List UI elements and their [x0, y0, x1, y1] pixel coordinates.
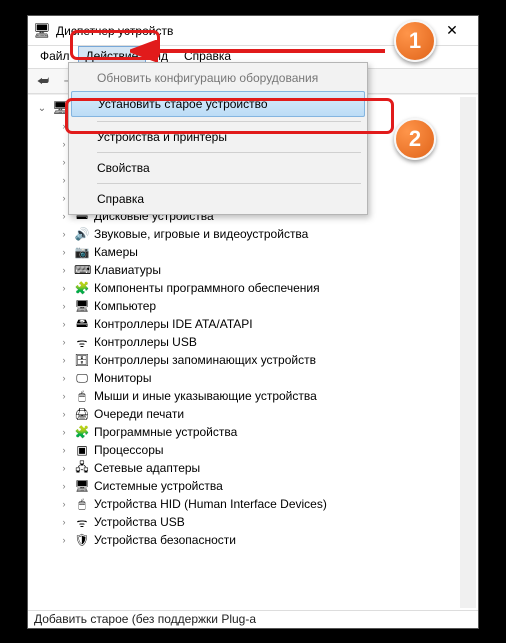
tree-node[interactable]: › ▣ Процессоры — [58, 441, 470, 459]
tree-node[interactable]: › 🔊 Звуковые, игровые и видеоустройства — [58, 225, 470, 243]
dd-refresh[interactable]: Обновить конфигурацию оборудования — [71, 66, 365, 90]
expand-icon[interactable]: › — [58, 355, 70, 365]
tree-node-label: Контроллеры запоминающих устройств — [94, 353, 316, 367]
app-icon: 🖥 — [34, 23, 50, 39]
camera-icon: 📷 — [74, 245, 90, 259]
tree-node[interactable]: › 🧩 Программные устройства — [58, 423, 470, 441]
tree-node[interactable]: › ᯤ Контроллеры USB — [58, 333, 470, 351]
expand-icon[interactable]: › — [58, 481, 70, 491]
dd-separator — [97, 152, 361, 153]
callout-1: 1 — [394, 20, 436, 62]
tree-node[interactable]: › 🖱 Устройства HID (Human Interface Device… — [58, 495, 470, 513]
usb2-icon: ᯤ — [74, 514, 90, 531]
tree-node[interactable]: › 🖴 Контроллеры IDE ATA/ATAPI — [58, 315, 470, 333]
tree-node[interactable]: › 🖥 Системные устройства — [58, 477, 470, 495]
kb-icon: ⌨ — [74, 263, 90, 277]
annotation-arrow — [130, 40, 390, 62]
tree-node-label: Устройства USB — [94, 515, 185, 529]
sys-icon: 🖥 — [74, 479, 90, 493]
expand-icon[interactable]: › — [58, 283, 70, 293]
cpu-icon: ▣ — [74, 443, 90, 457]
nav-back-button[interactable]: ⮨ — [32, 71, 54, 91]
mem-icon: 🗄 — [74, 353, 90, 367]
expand-icon[interactable]: › — [58, 517, 70, 527]
tree-node-label: Процессоры — [94, 443, 164, 457]
sec-icon: 🛡 — [74, 533, 90, 547]
expand-icon[interactable]: › — [58, 229, 70, 239]
tree-node-label: Компоненты программного обеспечения — [94, 281, 320, 295]
expand-icon[interactable]: › — [58, 499, 70, 509]
tree-node-label: Компьютер — [94, 299, 156, 313]
usb-icon: ᯤ — [74, 334, 90, 351]
ide2-icon: 🖴 — [74, 314, 90, 335]
tree-node[interactable]: › 🛡 Устройства безопасности — [58, 531, 470, 549]
tree-node-label: Камеры — [94, 245, 138, 259]
dd-separator — [97, 121, 361, 122]
dd-help[interactable]: Справка — [71, 187, 365, 211]
tree-node-label: Сетевые адаптеры — [94, 461, 200, 475]
scrollbar[interactable] — [460, 97, 476, 608]
expand-icon[interactable]: › — [58, 445, 70, 455]
mouse-icon: 🖱 — [74, 389, 90, 404]
tree-node-label: Устройства HID (Human Interface Devices) — [94, 497, 327, 511]
tree-node-label: Устройства безопасности — [94, 533, 236, 547]
expand-icon[interactable]: › — [58, 409, 70, 419]
net-icon: 🖧 — [74, 458, 90, 479]
expand-icon[interactable]: › — [58, 373, 70, 383]
tree-node[interactable]: › 🖱 Мыши и иные указывающие устройства — [58, 387, 470, 405]
hid-icon: 🖱 — [74, 497, 90, 512]
tree-node[interactable]: › 🖵 Мониторы — [58, 369, 470, 387]
pc-icon: 🖥 — [52, 100, 68, 116]
expand-icon[interactable]: › — [58, 337, 70, 347]
tree-node[interactable]: › 🗄 Контроллеры запоминающих устройств — [58, 351, 470, 369]
tree-node[interactable]: › 🖨 Очереди печати — [58, 405, 470, 423]
close-button[interactable]: ✕ — [432, 17, 472, 45]
expand-icon[interactable]: › — [58, 265, 70, 275]
dd-separator — [97, 183, 361, 184]
tree-node-label: Клавиатуры — [94, 263, 161, 277]
expand-icon[interactable]: › — [58, 391, 70, 401]
tree-node-label: Контроллеры IDE ATA/ATAPI — [94, 317, 253, 331]
expand-icon[interactable]: › — [58, 319, 70, 329]
tree-node-label: Очереди печати — [94, 407, 184, 421]
expand-icon[interactable]: › — [58, 463, 70, 473]
tree-node[interactable]: › 📷 Камеры — [58, 243, 470, 261]
sw-icon: 🧩 — [74, 281, 90, 295]
expand-icon[interactable]: › — [58, 427, 70, 437]
dd-add-legacy[interactable]: Установить старое устройство — [71, 91, 365, 117]
dd-devices-printers[interactable]: Устройства и принтеры — [71, 125, 365, 149]
print-icon: 🖨 — [74, 407, 90, 421]
tree-node[interactable]: › 🖧 Сетевые адаптеры — [58, 459, 470, 477]
mon-icon: 🖵 — [74, 371, 90, 386]
collapse-icon[interactable]: ⌄ — [36, 103, 48, 114]
expand-icon[interactable]: › — [58, 535, 70, 545]
audio-icon: 🔊 — [74, 227, 90, 241]
tree-node-label: Контроллеры USB — [94, 335, 197, 349]
tree-node-label: Звуковые, игровые и видеоустройства — [94, 227, 308, 241]
tree-node[interactable]: › 🧩 Компоненты программного обеспечения — [58, 279, 470, 297]
callout-2: 2 — [394, 118, 436, 160]
tree-node-label: Мониторы — [94, 371, 151, 385]
tree-node[interactable]: › ⌨ Клавиатуры — [58, 261, 470, 279]
tree-node-label: Системные устройства — [94, 479, 223, 493]
tree-node[interactable]: › ᯤ Устройства USB — [58, 513, 470, 531]
expand-icon[interactable]: › — [58, 301, 70, 311]
window-title: Диспетчер устройств — [56, 24, 432, 38]
status-bar: Добавить старое (без поддержки Plug-a — [28, 610, 478, 628]
tree-node-label: Мыши и иные указывающие устройства — [94, 389, 317, 403]
tree-node-label: Программные устройства — [94, 425, 237, 439]
pc-icon: 🖥 — [74, 299, 90, 313]
tree-node[interactable]: › 🖥 Компьютер — [58, 297, 470, 315]
expand-icon[interactable]: › — [58, 247, 70, 257]
fw-icon: 🧩 — [74, 425, 90, 439]
dd-properties[interactable]: Свойства — [71, 156, 365, 180]
action-dropdown: Обновить конфигурацию оборудования Устан… — [68, 62, 368, 215]
